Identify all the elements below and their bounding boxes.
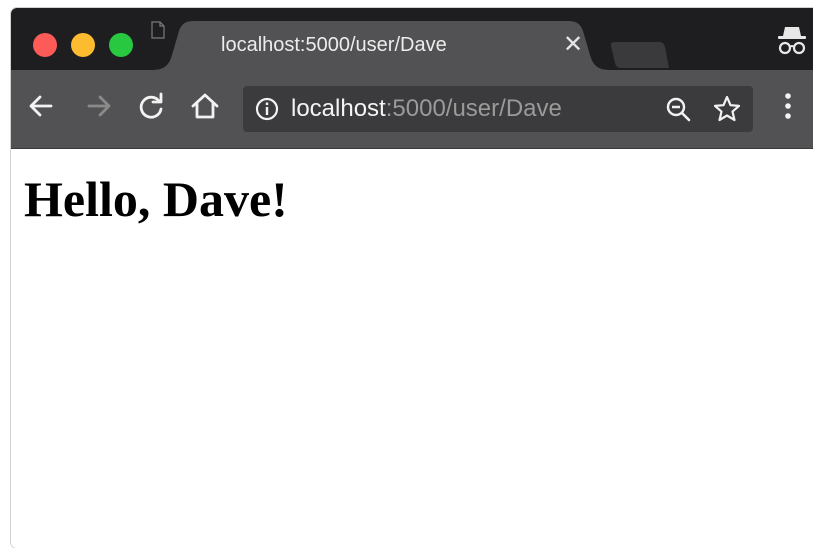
forward-arrow-icon[interactable] (83, 90, 115, 122)
url-host: localhost (291, 95, 386, 122)
tab-title: localhost:5000/user/Dave (221, 34, 447, 56)
active-tab[interactable]: localhost:5000/user/Dave ✕ (151, 21, 611, 70)
home-icon[interactable] (189, 90, 221, 122)
tab-close-icon[interactable]: ✕ (563, 31, 583, 59)
back-arrow-icon[interactable] (25, 90, 57, 122)
tab-strip: localhost:5000/user/Dave ✕ (11, 8, 813, 70)
url-text[interactable]: localhost:5000/user/Dave (291, 95, 562, 123)
zoom-out-icon[interactable] (665, 96, 691, 122)
window-close-button[interactable] (33, 33, 57, 57)
new-tab-button[interactable] (607, 38, 671, 70)
page-heading: Hello, Dave! (24, 171, 288, 227)
info-icon[interactable] (255, 97, 279, 121)
browser-window: localhost:5000/user/Dave ✕ localhost:500… (11, 8, 813, 548)
browser-toolbar: localhost:5000/user/Dave (11, 70, 813, 149)
page-icon (151, 21, 165, 39)
reload-icon[interactable] (135, 90, 167, 122)
address-bar[interactable]: localhost:5000/user/Dave (243, 86, 753, 132)
star-icon[interactable] (713, 95, 741, 123)
window-maximize-button[interactable] (109, 33, 133, 57)
page-content: Hello, Dave! (11, 149, 813, 548)
url-path: :5000/user/Dave (385, 95, 562, 122)
incognito-icon (778, 27, 806, 55)
menu-dots-icon[interactable] (780, 90, 796, 122)
window-minimize-button[interactable] (71, 33, 95, 57)
